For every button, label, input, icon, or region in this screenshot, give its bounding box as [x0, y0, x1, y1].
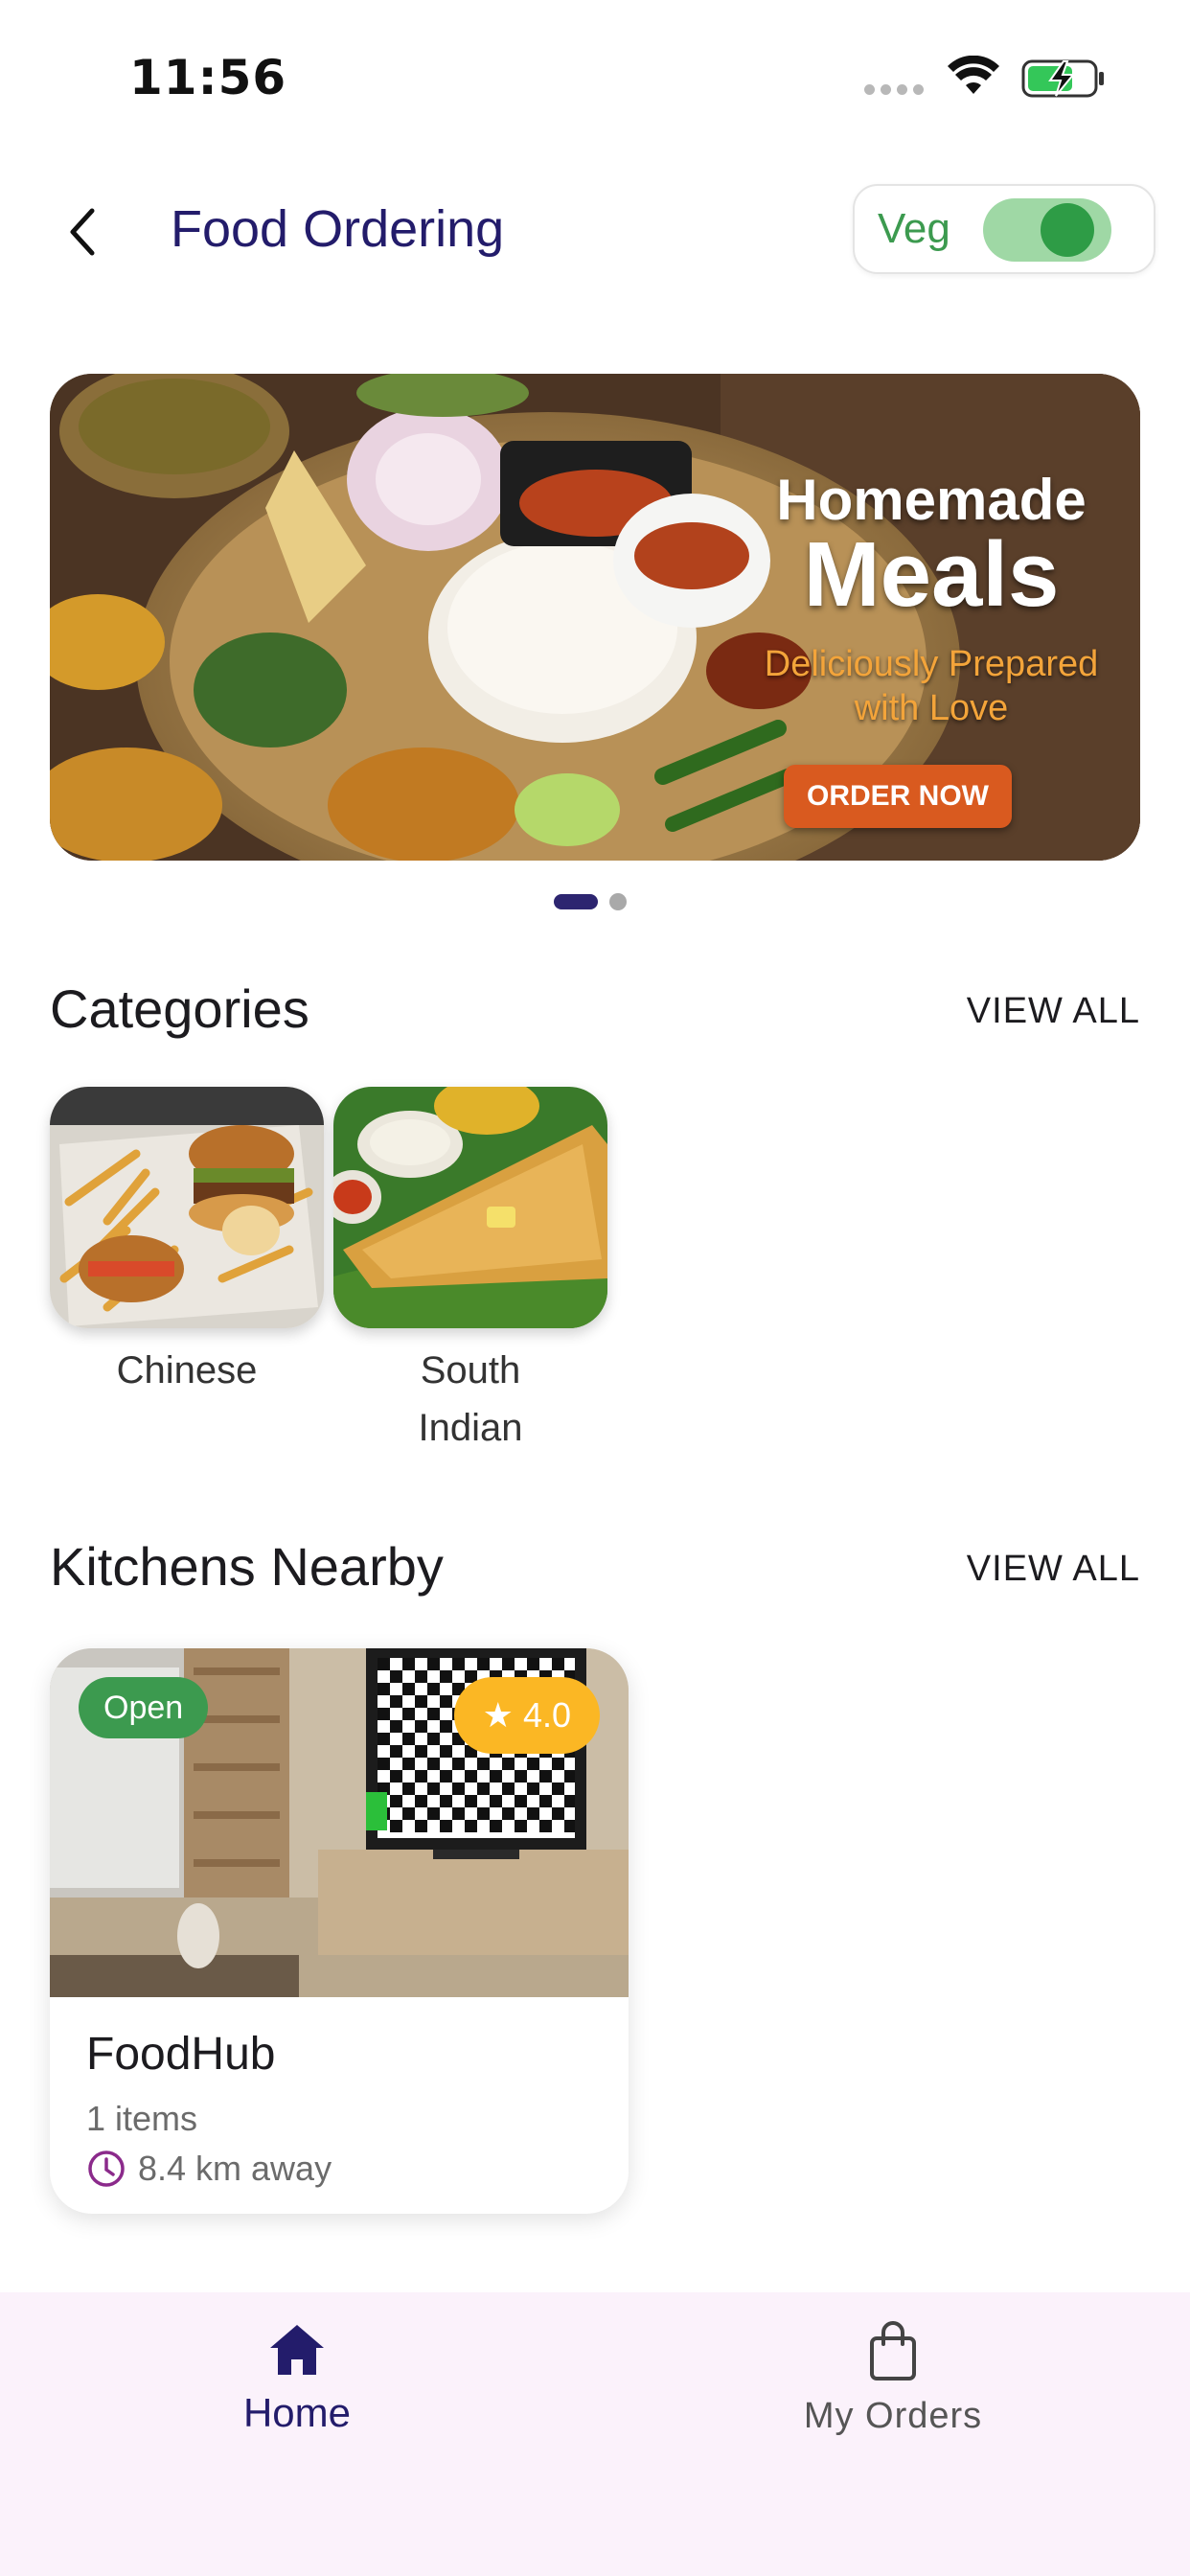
status-bar: 11:56: [0, 0, 1190, 153]
veg-switch-thumb: [1041, 203, 1094, 257]
page-title: Food Ordering: [171, 200, 505, 258]
home-icon: [270, 2325, 324, 2375]
kitchen-item-count: 1 items: [86, 2099, 198, 2138]
category-label: Chinese: [116, 1349, 258, 1392]
wifi-icon: [948, 56, 999, 94]
nav-item-my-orders[interactable]: My Orders: [749, 2321, 1037, 2437]
clock-icon: [88, 2150, 125, 2187]
veg-toggle[interactable]: Veg: [853, 184, 1156, 274]
category-card-chinese[interactable]: Chinese: [50, 1087, 324, 1399]
category-image-south-indian: [333, 1087, 607, 1328]
kitchen-name: FoodHub: [86, 2029, 276, 2080]
promo-banner[interactable]: Homemade Meals Deliciously Prepared with…: [50, 374, 1140, 861]
cellular-signal-icon: [864, 84, 924, 95]
order-now-button[interactable]: ORDER NOW: [784, 765, 1012, 828]
category-card-south-indian[interactable]: South Indian: [333, 1087, 607, 1457]
rating-value: 4.0: [522, 1695, 571, 1735]
nav-label-my-orders: My Orders: [803, 2396, 983, 2436]
categories-view-all-button[interactable]: VIEW ALL: [967, 991, 1140, 1032]
banner-subtitle-line2: with Love: [854, 688, 1009, 728]
category-label: South Indian: [333, 1342, 607, 1457]
star-icon: ★: [482, 1695, 514, 1735]
veg-toggle-label: Veg: [878, 205, 950, 252]
category-image-chinese: [50, 1087, 324, 1328]
back-arrow-icon[interactable]: [56, 203, 113, 261]
nav-item-home[interactable]: Home: [153, 2321, 441, 2436]
categories-title: Categories: [50, 978, 309, 1039]
kitchens-view-all-button[interactable]: VIEW ALL: [967, 1549, 1140, 1590]
bottom-navigation: Home My Orders: [0, 2292, 1190, 2576]
category-label-line2: Indian: [418, 1407, 523, 1449]
status-time: 11:56: [129, 50, 287, 105]
category-label-line1: South: [420, 1349, 521, 1392]
open-status-badge: Open: [79, 1677, 209, 1738]
shopping-bag-icon: [870, 2321, 916, 2380]
kitchen-card[interactable]: Open ★ 4.0 FoodHub 1 items 8.4 km away: [50, 1648, 629, 2214]
banner-title-line1: Homemade: [776, 468, 1087, 532]
banner-subtitle: Deliciously Prepared with Love: [721, 642, 1140, 730]
veg-switch[interactable]: [983, 198, 1111, 262]
app-header: Food Ordering Veg: [0, 172, 1190, 288]
banner-subtitle-line1: Deliciously Prepared: [764, 644, 1099, 684]
carousel-dot[interactable]: [609, 893, 627, 910]
carousel-dot-active[interactable]: [554, 894, 598, 909]
carousel-indicator[interactable]: [554, 893, 627, 910]
kitchen-distance: 8.4 km away: [138, 2149, 332, 2188]
battery-charging-icon: [1021, 59, 1104, 98]
kitchens-title: Kitchens Nearby: [50, 1536, 444, 1597]
nav-label-home: Home: [242, 2390, 352, 2435]
rating-badge: ★ 4.0: [453, 1677, 600, 1754]
kitchen-distance-row: 8.4 km away: [86, 2149, 332, 2189]
banner-title-line2: Meals: [803, 523, 1060, 626]
